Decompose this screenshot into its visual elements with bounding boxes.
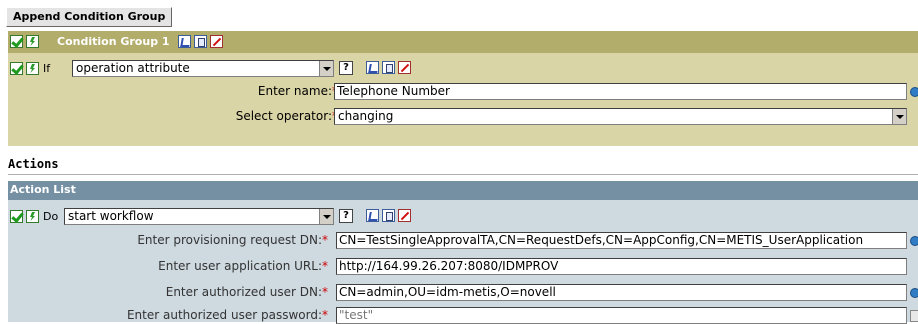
- authorized-user-password-label: Enter authorized user password:*: [126, 308, 328, 322]
- provisioning-request-dn-field[interactable]: CN=TestSingleApprovalTA,CN=RequestDefs,C…: [336, 232, 907, 249]
- enable-bolt-icon[interactable]: [26, 210, 39, 223]
- authorized-user-dn-field[interactable]: CN=admin,OU=idm-metis,O=novell: [336, 284, 907, 301]
- enable-check-icon[interactable]: [10, 62, 23, 75]
- help-icon[interactable]: ?: [339, 61, 353, 75]
- authorized-user-password-field[interactable]: "test": [336, 307, 907, 324]
- edit-icon[interactable]: [910, 310, 918, 322]
- operator-select[interactable]: changing: [334, 108, 907, 125]
- condition-group-body: If operation attribute ? Enter name:* Te…: [8, 53, 918, 146]
- do-label: Do: [43, 210, 59, 223]
- actions-divider: [8, 174, 918, 175]
- chevron-down-icon[interactable]: [319, 61, 333, 76]
- authorized-user-dn-label: Enter authorized user DN:*: [165, 285, 328, 299]
- condition-type-value: operation attribute: [76, 61, 190, 75]
- enable-check-icon[interactable]: [10, 210, 23, 223]
- name-field[interactable]: Telephone Number: [334, 83, 907, 100]
- enable-bolt-icon[interactable]: [26, 35, 39, 48]
- select-operator-label: Select operator:*: [235, 109, 338, 123]
- scissors-icon[interactable]: [366, 209, 379, 222]
- action-list-title: Action List: [10, 183, 76, 196]
- provisioning-request-dn-label: Enter provisioning request DN:*: [137, 233, 328, 247]
- action-type-select[interactable]: start workflow: [64, 208, 334, 225]
- action-list-header: Action List: [8, 181, 918, 200]
- chevron-down-icon[interactable]: [892, 109, 906, 124]
- delete-icon[interactable]: [398, 209, 411, 222]
- enable-bolt-icon[interactable]: [26, 62, 39, 75]
- action-type-value: start workflow: [68, 209, 154, 223]
- actions-title: Actions: [8, 157, 59, 171]
- enter-name-label: Enter name:*: [257, 84, 338, 98]
- condition-group-title: Condition Group 1: [57, 35, 170, 48]
- scissors-icon[interactable]: [178, 35, 191, 48]
- browse-icon[interactable]: [910, 288, 918, 298]
- browse-icon[interactable]: [910, 87, 918, 97]
- copy-icon[interactable]: [382, 61, 395, 74]
- delete-icon[interactable]: [398, 61, 411, 74]
- help-icon[interactable]: ?: [339, 209, 353, 223]
- condition-group-header: Condition Group 1: [8, 31, 918, 53]
- delete-icon[interactable]: [210, 35, 223, 48]
- copy-icon[interactable]: [194, 35, 207, 48]
- copy-icon[interactable]: [382, 209, 395, 222]
- condition-type-select[interactable]: operation attribute: [72, 60, 334, 77]
- enable-check-icon[interactable]: [10, 35, 23, 48]
- append-condition-group-button[interactable]: Append Condition Group: [6, 7, 173, 27]
- scissors-icon[interactable]: [366, 61, 379, 74]
- operator-value: changing: [338, 109, 394, 123]
- user-application-url-field[interactable]: http://164.99.26.207:8080/IDMPROV: [336, 258, 907, 275]
- if-label: If: [43, 62, 51, 75]
- action-list-body: Do start workflow ? Enter provisioning r…: [8, 200, 918, 324]
- chevron-down-icon[interactable]: [319, 209, 333, 224]
- browse-icon[interactable]: [910, 236, 918, 246]
- user-application-url-label: Enter user application URL:*: [158, 259, 328, 273]
